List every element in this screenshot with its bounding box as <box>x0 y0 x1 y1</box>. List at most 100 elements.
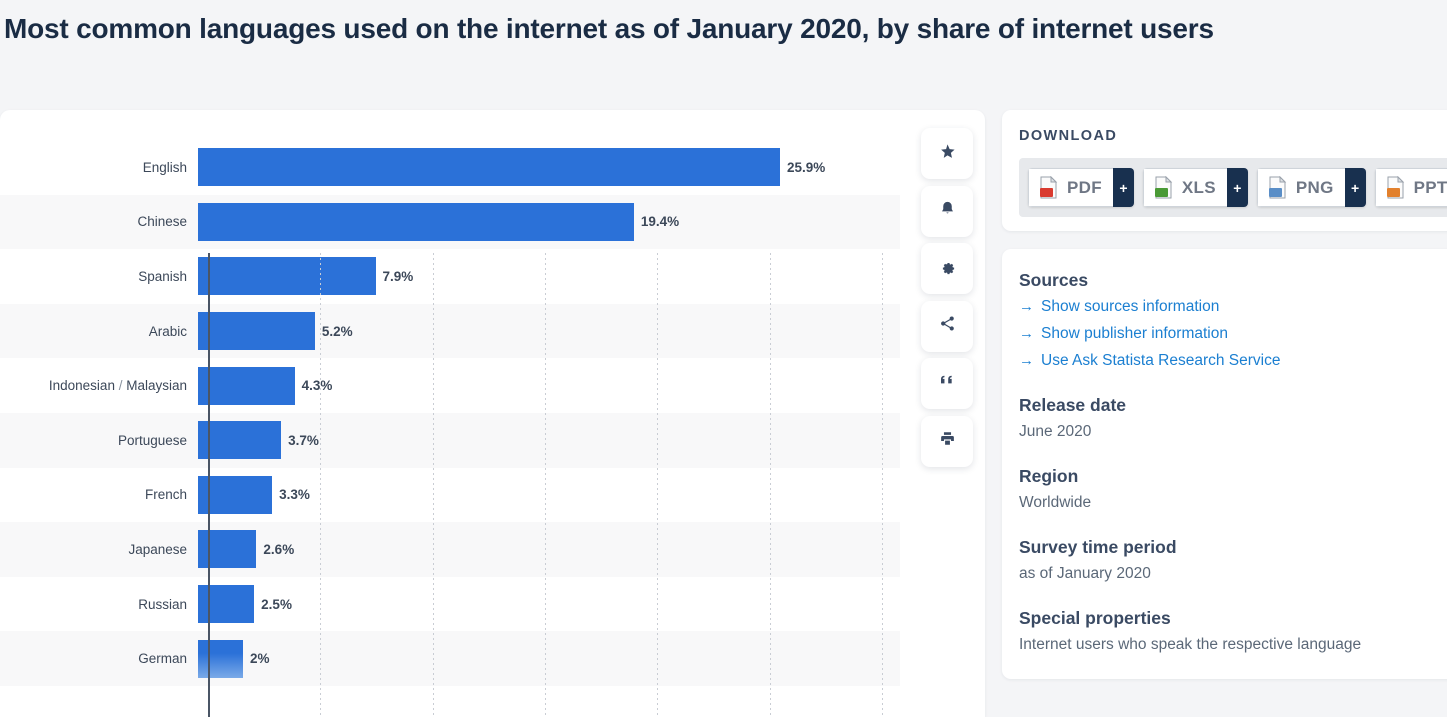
bar-holder: 2.5% <box>198 577 900 632</box>
bar-row[interactable]: Indonesian / Malaysian 4.3% <box>0 358 900 413</box>
download-button-strip: PDF+XLS+PNG+PPT+ <box>1019 158 1447 217</box>
bar[interactable] <box>198 366 295 405</box>
category-label: Russian <box>138 596 187 612</box>
bar-row[interactable]: English 25.9% <box>0 140 900 195</box>
chart-card: English 25.9% Chinese 19.4% Spanish 7.9% Arabi… <box>0 110 985 717</box>
png-file-icon <box>1268 176 1287 199</box>
chart-toolbar <box>921 128 973 467</box>
pdf-file-icon <box>1040 176 1058 199</box>
xls-file-icon <box>1154 176 1173 199</box>
bar-row[interactable]: Arabic 5.2% <box>0 303 900 359</box>
bar-holder: 5.2% <box>198 304 900 359</box>
download-format-label: PPT <box>1413 177 1447 197</box>
bar-row[interactable]: Spanish 7.9% <box>0 249 900 304</box>
download-format-label: PDF <box>1067 177 1102 197</box>
citation-button[interactable] <box>921 358 973 409</box>
release-date-heading: Release date <box>1019 395 1127 415</box>
bar-value-label: 2.6% <box>263 541 295 557</box>
show-sources-link[interactable]: → Show sources information <box>1019 293 1444 320</box>
statista-chart-page: Most common languages used on the intern… <box>0 0 1447 717</box>
gear-icon <box>939 258 956 280</box>
bar-row[interactable]: Chinese 19.4% <box>0 194 900 250</box>
bar[interactable] <box>198 148 780 187</box>
bar-holder: 7.9% <box>198 249 900 304</box>
category-label: Portuguese <box>117 432 187 448</box>
bar-chart: English 25.9% Chinese 19.4% Spanish 7.9% Arabi… <box>0 110 900 717</box>
download-format-label: PNG <box>1295 177 1334 197</box>
notify-button[interactable] <box>921 185 973 237</box>
download-format-label: XLS <box>1181 177 1216 197</box>
category-label: English <box>142 159 187 175</box>
special-properties-value: Internet users who speak the respective … <box>1019 636 1362 653</box>
bar-rows: English 25.9% Chinese 19.4% Spanish 7.9% Arabi… <box>0 140 900 686</box>
bar-holder: 3.7% <box>198 413 900 468</box>
show-sources-label: Show sources information <box>1041 298 1220 315</box>
title-section: Most common languages used on the intern… <box>0 0 1447 49</box>
arrow-right-icon: → <box>1019 298 1034 315</box>
bar-value-label: 3.3% <box>279 487 310 503</box>
region-heading: Region <box>1019 466 1079 486</box>
bar-value-label: 7.9% <box>382 268 414 284</box>
region-value: Worldwide <box>1019 494 1092 511</box>
category-label: Spanish <box>138 268 187 284</box>
bar-row[interactable]: Portuguese 3.7% <box>0 412 900 468</box>
download-xls-button[interactable]: XLS + <box>1142 168 1248 207</box>
print-icon <box>939 430 956 452</box>
arrow-right-icon: → <box>1019 352 1034 369</box>
download-pdf-button[interactable]: PDF + <box>1028 168 1134 207</box>
share-button[interactable] <box>921 300 973 352</box>
right-rail: DOWNLOAD PDF+XLS+PNG+PPT+ Sources → Show… <box>985 110 1447 679</box>
bar-value-label: 3.7% <box>288 432 319 448</box>
show-publisher-link[interactable]: → Show publisher information <box>1019 320 1444 347</box>
bar[interactable] <box>198 530 257 569</box>
quote-icon <box>939 373 955 394</box>
category-label: Japanese <box>128 541 187 557</box>
arrow-right-icon: → <box>1019 325 1034 342</box>
sources-heading: Sources <box>1019 270 1089 290</box>
bar-value-label: 5.2% <box>321 323 353 339</box>
star-icon <box>939 143 956 165</box>
bar[interactable] <box>198 421 282 460</box>
download-options-toggle[interactable]: + <box>1344 168 1366 207</box>
bar-row[interactable]: Japanese 2.6% <box>0 522 900 577</box>
share-icon <box>939 315 956 337</box>
bar-holder: 2% <box>198 631 900 686</box>
special-properties-heading: Special properties <box>1019 608 1171 628</box>
download-options-toggle[interactable]: + <box>1226 168 1248 207</box>
page-title: Most common languages used on the intern… <box>4 13 1214 44</box>
bar-holder: 3.3% <box>198 468 900 523</box>
category-label: French <box>144 487 187 503</box>
bar-row[interactable]: Russian 2.5% <box>0 577 900 632</box>
download-card: DOWNLOAD PDF+XLS+PNG+PPT+ <box>1002 110 1447 231</box>
download-options-toggle[interactable]: + <box>1112 168 1134 207</box>
bar-value-label: 2% <box>249 651 270 667</box>
bar-value-label: 19.4% <box>640 214 680 230</box>
bar-row[interactable]: German 2% <box>0 631 900 686</box>
category-label: Arabic <box>148 323 187 339</box>
survey-period-value: as of January 2020 <box>1019 565 1151 582</box>
show-publisher-label: Show publisher information <box>1041 325 1228 342</box>
bar[interactable] <box>198 639 243 678</box>
print-button[interactable] <box>921 415 973 467</box>
bell-icon <box>939 200 956 222</box>
download-png-button[interactable]: PNG + <box>1256 168 1366 207</box>
bar-value-label: 2.5% <box>261 596 292 612</box>
ask-statista-link[interactable]: → Use Ask Statista Research Service <box>1019 347 1444 374</box>
bar[interactable] <box>198 257 376 296</box>
category-label: German <box>138 651 187 667</box>
category-label: Chinese <box>137 214 187 230</box>
bar-row[interactable]: French 3.3% <box>0 468 900 523</box>
download-ppt-button[interactable]: PPT+ <box>1374 168 1447 207</box>
bar[interactable] <box>198 585 255 624</box>
release-date-value: June 2020 <box>1019 423 1092 440</box>
settings-button[interactable] <box>921 243 973 294</box>
bar-value-label: 25.9% <box>786 159 826 175</box>
bar[interactable] <box>198 202 634 241</box>
info-card: Sources → Show sources information → Sho… <box>1002 249 1447 679</box>
category-label: Indonesian / Malaysian <box>48 378 187 394</box>
bar[interactable] <box>198 312 315 351</box>
content-area: English 25.9% Chinese 19.4% Spanish 7.9% Arabi… <box>0 110 1447 717</box>
ppt-file-icon <box>1386 176 1404 199</box>
ask-statista-label: Use Ask Statista Research Service <box>1041 352 1281 369</box>
star-button[interactable] <box>921 128 973 179</box>
